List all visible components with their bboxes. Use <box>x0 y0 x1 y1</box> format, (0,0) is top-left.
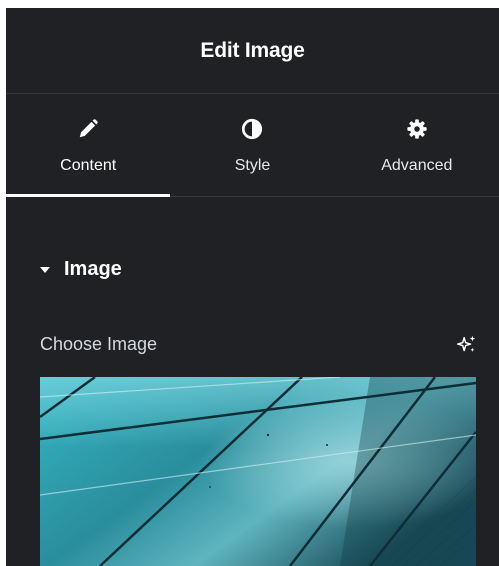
tab-advanced[interactable]: Advanced <box>335 94 499 196</box>
sparkle-icon[interactable] <box>455 334 477 356</box>
section-title: Image <box>64 258 122 280</box>
tab-content-label: Content <box>60 157 117 174</box>
tab-advanced-label: Advanced <box>381 157 453 174</box>
half-circle-icon <box>239 116 265 142</box>
editor-panel: Edit Image Content Style Advanced Image … <box>6 8 499 566</box>
tab-bar: Content Style Advanced <box>6 94 499 197</box>
panel-header: Edit Image <box>6 8 499 94</box>
pencil-icon <box>75 116 101 142</box>
tab-content[interactable]: Content <box>6 94 171 197</box>
tab-style-label: Style <box>234 157 271 174</box>
solar-panel-image <box>40 377 476 566</box>
caret-down-icon <box>40 266 50 273</box>
gear-icon <box>404 116 430 142</box>
tab-style[interactable]: Style <box>170 94 334 196</box>
section-image-toggle[interactable]: Image <box>40 258 122 281</box>
panel-title: Edit Image <box>200 38 305 62</box>
choose-image-label: Choose Image <box>40 334 158 354</box>
image-preview[interactable] <box>40 377 476 566</box>
